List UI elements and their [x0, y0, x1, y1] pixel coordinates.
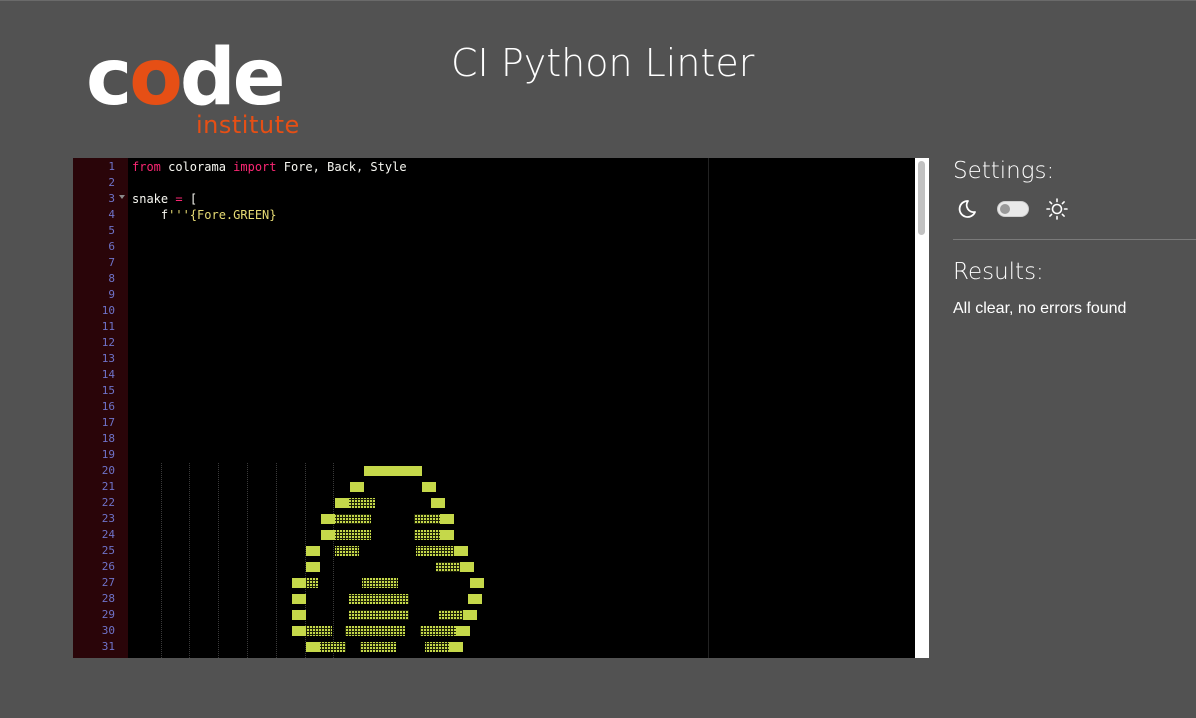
- art-block: [360, 642, 396, 652]
- art-block: [431, 498, 445, 508]
- code-editor[interactable]: 1 2 3 4 5 6 7 8 9 10 11 12 13 14 15 16 17 18 19 20 21 22 23 24 2…: [73, 158, 929, 658]
- art-block: [292, 578, 306, 588]
- art-block: [420, 626, 456, 636]
- art-block: [349, 594, 409, 604]
- art-block: [306, 642, 320, 652]
- art-block: [439, 610, 463, 620]
- art-block: [320, 642, 346, 652]
- art-block: [321, 514, 335, 524]
- art-block: [362, 578, 398, 588]
- sun-icon[interactable]: [1045, 197, 1069, 221]
- art-block: [306, 578, 318, 588]
- art-block: [306, 626, 332, 636]
- art-block: [321, 530, 335, 540]
- art-block: [306, 546, 320, 556]
- art-block: [292, 626, 306, 636]
- results-message: All clear, no errors found: [953, 300, 1127, 317]
- art-block: [414, 530, 440, 540]
- art-block: [335, 530, 371, 540]
- settings-heading: Settings:: [953, 158, 1055, 184]
- code-institute-logo: code institute: [86, 39, 316, 144]
- art-block: [416, 546, 454, 556]
- scrollbar-thumb[interactable]: [918, 161, 925, 235]
- art-block: [468, 594, 482, 604]
- page-title: CI Python Linter: [451, 41, 755, 85]
- panel-divider: [953, 239, 1196, 240]
- art-block: [470, 578, 484, 588]
- art-block: [349, 498, 375, 508]
- moon-icon[interactable]: [955, 198, 977, 220]
- art-block: [440, 514, 454, 524]
- theme-toggle[interactable]: [997, 201, 1029, 217]
- art-block: [292, 610, 306, 620]
- art-block: [335, 546, 359, 556]
- art-block: [456, 626, 470, 636]
- art-block: [460, 562, 474, 572]
- logo-subtitle: institute: [196, 111, 300, 139]
- art-block: [422, 482, 436, 492]
- art-block: [414, 514, 440, 524]
- snake-ascii-art: [292, 466, 484, 652]
- art-block: [454, 546, 468, 556]
- art-block: [440, 530, 454, 540]
- art-block: [349, 610, 409, 620]
- art-block: [306, 562, 320, 572]
- art-block: [364, 466, 422, 476]
- editor-scrollbar[interactable]: [915, 158, 929, 658]
- art-block: [350, 482, 364, 492]
- art-block: [436, 562, 460, 572]
- logo-wordmark: code: [86, 33, 286, 123]
- art-block: [425, 642, 449, 652]
- art-block: [463, 610, 477, 620]
- toggle-knob: [1000, 204, 1010, 214]
- results-heading: Results:: [953, 259, 1044, 285]
- art-block: [345, 626, 405, 636]
- art-block: [292, 594, 306, 604]
- art-block: [335, 498, 349, 508]
- art-block: [449, 642, 463, 652]
- art-block: [335, 514, 371, 524]
